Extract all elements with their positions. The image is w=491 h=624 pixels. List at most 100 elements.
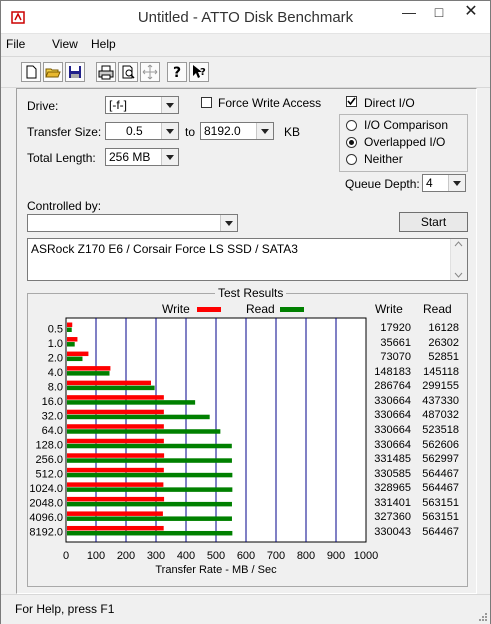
y-tick-label: 2.0 (48, 352, 63, 364)
read-value: 145118 (423, 365, 459, 378)
x-tick-label: 500 (207, 550, 225, 562)
toolbar: ? ? (1, 56, 490, 88)
x-tick-label: 0 (63, 550, 69, 562)
status-text: For Help, press F1 (15, 602, 115, 616)
about-button[interactable]: ? (167, 62, 187, 82)
write-bar (67, 467, 164, 473)
print-button[interactable] (96, 62, 116, 82)
minimize-icon: — (402, 4, 416, 20)
read-value: 52851 (428, 351, 459, 364)
write-bar (67, 424, 164, 429)
new-document-icon (26, 65, 37, 79)
open-folder-icon (45, 68, 61, 78)
write-bar (67, 409, 164, 415)
write-bar (67, 366, 111, 371)
question-mark-icon: ? (173, 65, 181, 80)
settings-panel: Drive: [-f-] Force Write Access Direct I… (16, 88, 477, 594)
status-bar: For Help, press F1 (1, 594, 490, 624)
new-button[interactable] (21, 62, 41, 82)
maximize-button[interactable]: □ (424, 1, 454, 23)
close-button[interactable]: ✕ (456, 1, 486, 23)
save-button[interactable] (65, 62, 85, 82)
menu-view[interactable]: View (52, 37, 78, 51)
x-tick-label: 600 (237, 550, 255, 562)
svg-text:?: ? (200, 67, 206, 78)
write-bar (67, 351, 89, 357)
write-value: 331401 (374, 496, 411, 509)
write-value: 148183 (374, 365, 411, 378)
read-value: 562997 (422, 453, 459, 466)
write-value: 330664 (374, 394, 411, 407)
write-value: 330664 (374, 424, 411, 436)
x-tick-label: 100 (87, 550, 105, 562)
read-bar (67, 400, 196, 405)
write-value: 17920 (380, 322, 411, 335)
print-preview-button[interactable] (118, 62, 138, 82)
y-tick-label: 64.0 (42, 425, 63, 437)
x-tick-label: 1000 (354, 550, 378, 562)
x-tick-label: 700 (267, 550, 285, 562)
close-icon: ✕ (464, 3, 478, 20)
read-value: 16128 (428, 322, 459, 335)
minimize-button[interactable]: — (394, 1, 424, 23)
print-preview-icon (122, 65, 135, 79)
y-tick-label: 8.0 (48, 381, 63, 393)
read-bar (67, 327, 72, 332)
write-value: 73070 (380, 351, 411, 364)
y-tick-label: 8192.0 (29, 527, 63, 539)
y-tick-label: 1.0 (48, 338, 63, 350)
read-value: 437330 (422, 394, 459, 407)
read-bar (67, 356, 83, 362)
x-axis-label: Transfer Rate - MB / Sec (155, 564, 277, 576)
write-bar (67, 482, 164, 487)
read-value: 299155 (422, 380, 459, 393)
y-tick-label: 1024.0 (29, 483, 63, 495)
read-bar (67, 385, 155, 391)
read-bar (67, 414, 210, 420)
write-value: 330585 (374, 467, 411, 480)
read-bar (67, 530, 233, 536)
write-value: 35661 (380, 336, 411, 349)
read-value: 564467 (422, 467, 459, 480)
write-value: 330664 (374, 409, 411, 422)
y-tick-label: 128.0 (35, 440, 63, 452)
read-value: 564467 (422, 482, 459, 495)
read-bar (67, 458, 232, 463)
read-value: 26302 (428, 336, 459, 349)
write-bar (67, 395, 164, 400)
read-bar (67, 371, 110, 376)
write-value: 328965 (374, 482, 411, 495)
read-bar (67, 429, 221, 434)
read-bar (67, 342, 75, 347)
read-value: 564467 (422, 525, 459, 538)
menu-help[interactable]: Help (91, 37, 116, 51)
svg-text:?: ? (173, 65, 181, 80)
y-tick-label: 32.0 (42, 410, 63, 422)
open-button[interactable] (43, 62, 63, 82)
read-bar (67, 443, 232, 449)
y-tick-label: 16.0 (42, 396, 63, 408)
printer-icon (98, 65, 114, 80)
write-value: 331485 (374, 453, 411, 466)
read-value: 563151 (422, 511, 459, 524)
resize-grip-icon[interactable] (477, 611, 487, 621)
menu-file[interactable]: File (6, 37, 25, 51)
context-help-button[interactable]: ? (189, 62, 209, 82)
move-button[interactable] (140, 62, 160, 82)
menu-bar: File View Help (1, 34, 490, 54)
write-bar (67, 438, 164, 444)
write-bar (67, 453, 165, 458)
y-tick-label: 512.0 (35, 469, 63, 481)
write-bar (67, 511, 163, 516)
read-bar (67, 516, 232, 521)
write-value: 327360 (374, 511, 411, 524)
write-value: 330664 (374, 438, 411, 451)
write-bar (67, 525, 164, 531)
read-bar (67, 472, 233, 478)
help-pointer-icon: ? (193, 65, 206, 78)
y-tick-label: 0.5 (48, 323, 63, 335)
move-arrows-icon (142, 64, 158, 80)
app-window: Untitled - ATTO Disk Benchmark — □ ✕ Fil… (0, 0, 491, 624)
y-tick-label: 256.0 (35, 454, 63, 466)
y-tick-label: 4096.0 (29, 512, 63, 524)
